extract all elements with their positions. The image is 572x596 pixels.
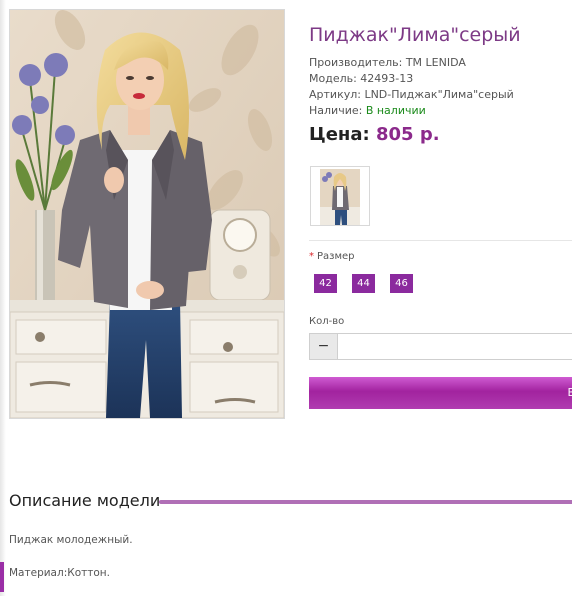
manufacturer: Производитель: ТМ LENIDA xyxy=(309,56,466,69)
material-text: Материал:Коттон. xyxy=(9,567,110,579)
size-option-42[interactable]: 42 xyxy=(314,274,337,293)
buy-button[interactable]: В xyxy=(309,377,572,409)
description-heading: Описание модели xyxy=(9,491,161,510)
product-title: Пиджак"Лима"серый xyxy=(309,24,521,46)
price: Цена: 805 р. xyxy=(309,124,440,145)
required-mark: * xyxy=(309,251,314,262)
page-shadow xyxy=(0,0,6,596)
product-photo[interactable] xyxy=(9,9,285,419)
quantity-input[interactable] xyxy=(337,333,572,360)
article-number: Артикул: LND-Пиджак"Лима"серый xyxy=(309,88,514,101)
quantity-decrease-button[interactable]: − xyxy=(309,333,338,360)
size-option-46[interactable]: 46 xyxy=(390,274,413,293)
model-number: Модель: 42493-13 xyxy=(309,72,414,85)
quantity-label: Кол-во xyxy=(309,316,345,327)
availability-label: Наличие: xyxy=(309,104,366,117)
description-text: Пиджак молодежный. xyxy=(9,534,133,546)
heading-underline xyxy=(159,500,572,504)
size-label-text: Размер xyxy=(317,251,355,262)
size-label: * Размер xyxy=(309,251,355,262)
size-option-44[interactable]: 44 xyxy=(352,274,375,293)
availability: Наличие: В наличии xyxy=(309,104,426,117)
product-thumbnail[interactable] xyxy=(310,166,370,226)
side-marker xyxy=(0,562,4,592)
availability-status: В наличии xyxy=(365,104,426,117)
price-value: 805 р. xyxy=(375,124,440,145)
divider xyxy=(309,240,572,241)
price-label: Цена: xyxy=(309,124,370,145)
